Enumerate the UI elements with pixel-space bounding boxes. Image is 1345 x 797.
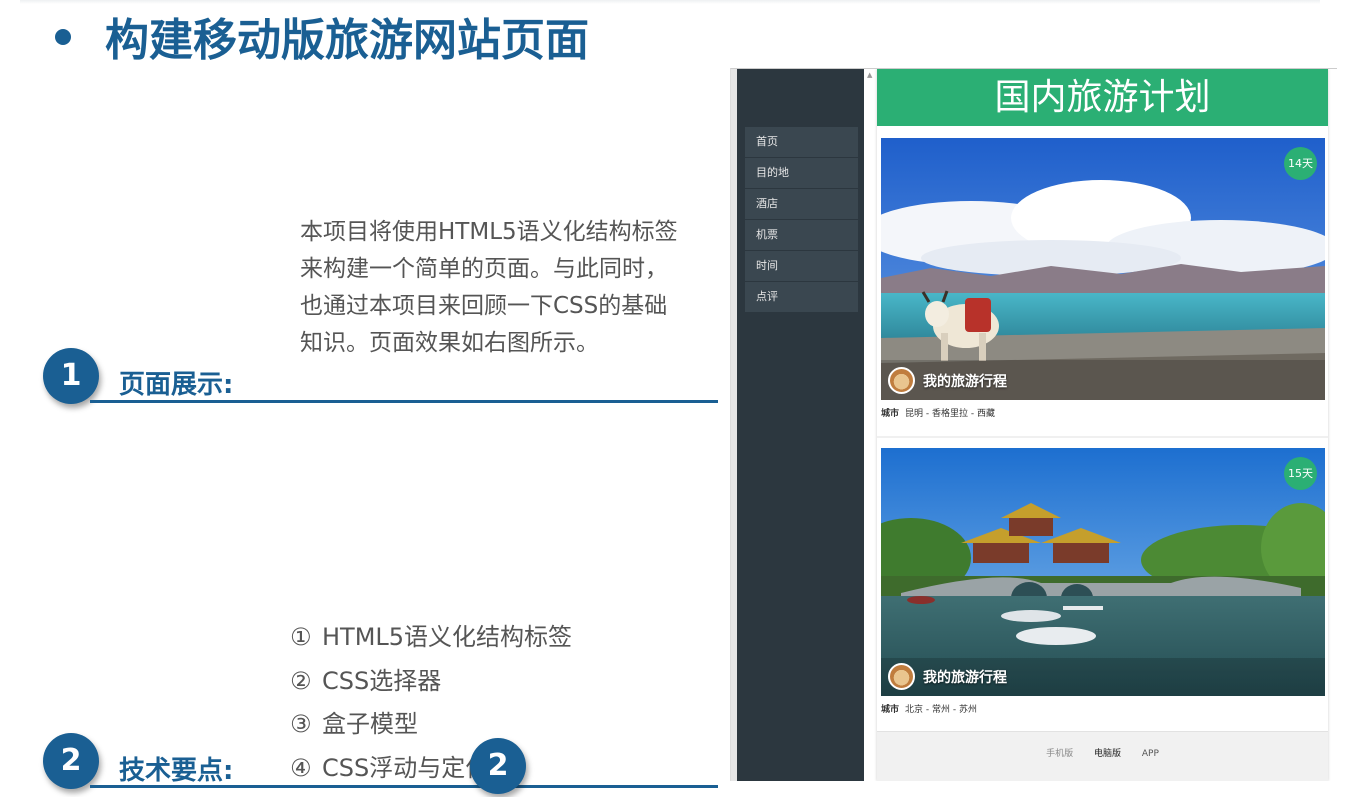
nav-item-flights[interactable]: 机票 xyxy=(745,220,858,250)
tech-points-list: ① HTML5语义化结构标签 ② CSS选择器 ③ 盒子模型 ④ CSS浮动与定位 xyxy=(290,616,572,790)
slide-title-text: 构建移动版旅游网站页面 xyxy=(105,15,589,66)
sidebar: 首页 目的地 酒店 机票 时间 点评 xyxy=(737,69,864,781)
tech-point: ③ 盒子模型 xyxy=(290,710,418,738)
site-header: 国内旅游计划 xyxy=(877,69,1328,126)
nav-item-hotel[interactable]: 酒店 xyxy=(745,189,858,219)
footer-link-mobile[interactable]: 手机版 xyxy=(1046,749,1073,759)
section1-number-badge: 1 xyxy=(43,348,99,404)
days-badge: 14天 xyxy=(1284,147,1317,180)
section1-underline xyxy=(90,400,718,403)
section2-label: 技术要点: xyxy=(119,756,234,786)
section2-underline xyxy=(90,785,718,788)
trip-photo-lake-yak: 14天 我的旅游行程 xyxy=(881,138,1325,400)
avatar xyxy=(888,367,915,394)
trip-city-line: 城市 北京 - 常州 - 苏州 xyxy=(881,705,977,715)
section2-number-badge: 2 xyxy=(43,733,99,789)
website-screenshot: 首页 目的地 酒店 机票 时间 点评 ▲ 国内旅游计划 14天 我的旅游行程 城… xyxy=(730,68,1337,781)
trip-author: 我的旅游行程 xyxy=(888,367,1007,394)
section1-description: 本项目将使用HTML5语义化结构标签来构建一个简单的页面。与此同时，也通过本项目… xyxy=(300,219,678,356)
tech-point: ① HTML5语义化结构标签 xyxy=(290,623,573,651)
footer-link-desktop[interactable]: 电脑版 xyxy=(1094,749,1121,759)
tech-point: ② CSS选择器 xyxy=(290,666,442,695)
tech-point: ④ CSS浮动与定位 xyxy=(290,753,490,782)
site-footer: 手机版 电脑版 APP xyxy=(877,731,1328,781)
scroll-up-arrow-icon[interactable]: ▲ xyxy=(867,71,872,79)
trip-card[interactable]: 14天 我的旅游行程 城市 昆明 - 香格里拉 - 西藏 xyxy=(881,138,1325,428)
main-content: 国内旅游计划 14天 我的旅游行程 城市 昆明 - 香格里拉 - 西藏 15天 … xyxy=(877,69,1328,781)
slide-title: 构建移动版旅游网站页面 xyxy=(55,4,589,68)
sidebar-nav: 首页 目的地 酒店 机票 时间 点评 xyxy=(745,127,858,313)
trip-city-line: 城市 昆明 - 香格里拉 - 西藏 xyxy=(881,409,995,419)
trip-card[interactable]: 15天 我的旅游行程 城市 北京 - 常州 - 苏州 xyxy=(881,448,1325,723)
trip-title[interactable]: 我的旅游行程 xyxy=(923,371,1007,391)
nav-item-reviews[interactable]: 点评 xyxy=(745,282,858,312)
card-divider xyxy=(877,436,1328,438)
trip-author: 我的旅游行程 xyxy=(888,663,1007,690)
days-badge: 15天 xyxy=(1284,457,1317,490)
nav-item-time[interactable]: 时间 xyxy=(745,251,858,281)
avatar xyxy=(888,663,915,690)
footer-link-app[interactable]: APP xyxy=(1142,749,1159,759)
bullet-dot-icon xyxy=(55,29,71,45)
trip-title[interactable]: 我的旅游行程 xyxy=(923,667,1007,687)
overlay-number-badge: 2 xyxy=(470,738,526,794)
nav-item-destination[interactable]: 目的地 xyxy=(745,158,858,188)
nav-item-home[interactable]: 首页 xyxy=(745,127,858,157)
section1-label: 页面展示: xyxy=(119,370,234,400)
trip-photo-pavilion-lake: 15天 我的旅游行程 xyxy=(881,448,1325,696)
